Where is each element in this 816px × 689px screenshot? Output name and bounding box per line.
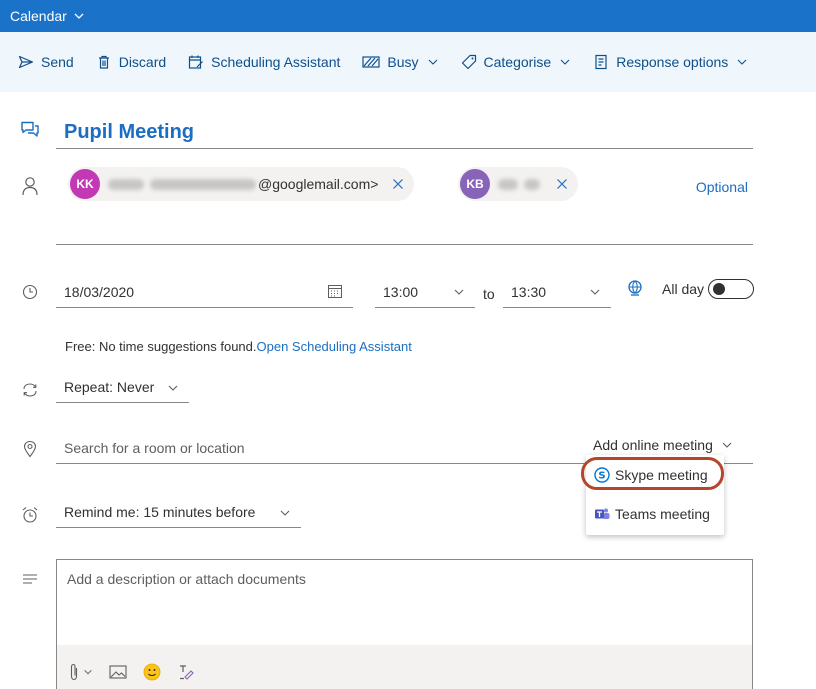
attendees-field[interactable]: KK @googlemail.com> KB Optional	[56, 163, 753, 245]
add-online-meeting-dropdown[interactable]: Add online meeting	[593, 437, 733, 453]
end-time-select[interactable]: 13:30	[503, 276, 611, 308]
time-range-separator: to	[483, 286, 495, 302]
repeat-value: Repeat: Never	[64, 378, 155, 395]
discard-label: Discard	[118, 54, 167, 70]
start-time-select[interactable]: 13:00	[375, 276, 475, 308]
clock-icon	[20, 282, 40, 302]
response-options-label: Response options	[616, 54, 729, 70]
repeat-dropdown[interactable]: Repeat: Never	[56, 371, 189, 403]
calendar-icon[interactable]	[327, 283, 343, 302]
end-time-value: 13:30	[511, 283, 547, 300]
send-icon	[18, 55, 34, 69]
skype-meeting-option[interactable]: S Skype meeting	[586, 458, 724, 492]
scheduling-label: Scheduling Assistant	[211, 54, 341, 70]
categorise-label: Categorise	[483, 54, 552, 70]
online-meeting-menu: S Skype meeting Teams meeting	[586, 455, 724, 535]
location-pin-icon	[20, 439, 40, 459]
teams-meeting-option[interactable]: Teams meeting	[586, 497, 724, 531]
start-date-value: 18/03/2020	[64, 283, 135, 300]
formatting-toolbar	[57, 645, 752, 689]
scheduling-assistant-button[interactable]: Scheduling Assistant	[188, 54, 340, 70]
attach-button[interactable]	[69, 663, 93, 681]
paperclip-icon	[70, 663, 78, 681]
avatar: KK	[70, 169, 100, 199]
all-day-label: All day	[662, 281, 705, 297]
redacted-name	[498, 178, 518, 190]
redacted-name	[150, 178, 256, 190]
toggle-knob	[713, 283, 726, 295]
busy-dropdown[interactable]: Busy	[362, 54, 438, 70]
chevron-down-icon[interactable]	[589, 285, 601, 301]
skype-meeting-label: Skype meeting	[615, 467, 708, 483]
trash-icon	[98, 55, 109, 69]
busy-status-icon	[362, 56, 380, 68]
redacted-name	[108, 178, 144, 190]
format-painter-button[interactable]	[177, 663, 195, 681]
chevron-down-icon[interactable]	[453, 285, 465, 301]
availability-message: Free: No time suggestions found.Open Sch…	[65, 339, 412, 354]
chevron-down-icon	[560, 59, 570, 65]
chevron-down-icon[interactable]	[73, 10, 85, 22]
person-icon	[20, 176, 40, 196]
redacted-name	[524, 178, 540, 190]
format-text-icon	[180, 665, 194, 680]
remove-attendee-close-icon[interactable]	[556, 178, 568, 190]
chevron-down-icon	[428, 59, 437, 65]
scheduling-icon	[189, 55, 204, 69]
optional-attendees-link[interactable]: Optional	[696, 179, 748, 195]
chevron-down-icon	[737, 59, 747, 65]
meeting-chat-icon	[20, 120, 40, 140]
response-options-icon	[595, 54, 607, 70]
open-scheduling-assistant-link[interactable]: Open Scheduling Assistant	[257, 339, 412, 354]
insert-emoji-button[interactable]	[143, 663, 161, 681]
free-status-text: Free: No time suggestions found.	[65, 339, 257, 354]
event-title-text: Pupil Meeting	[64, 121, 194, 143]
insert-image-button[interactable]	[109, 665, 127, 679]
description-editor[interactable]: Add a description or attach documents	[56, 559, 753, 689]
send-button[interactable]: Send	[18, 54, 74, 70]
reminder-value: Remind me: 15 minutes before	[64, 503, 256, 520]
image-icon	[109, 665, 127, 679]
categorise-dropdown[interactable]: Categorise	[461, 54, 572, 70]
skype-icon: S	[594, 467, 610, 483]
response-options-dropdown[interactable]: Response options	[593, 54, 748, 70]
send-label: Send	[41, 54, 74, 70]
remove-attendee-close-icon[interactable]	[392, 178, 404, 190]
teams-meeting-label: Teams meeting	[615, 506, 710, 522]
event-title-input[interactable]: Pupil Meeting	[56, 117, 753, 149]
emoji-icon	[143, 663, 161, 681]
attendee-chip[interactable]: KB	[458, 167, 578, 201]
repeat-icon	[20, 380, 40, 400]
description-placeholder: Add a description or attach documents	[67, 571, 306, 587]
calendar-title[interactable]: Calendar	[10, 8, 67, 24]
app-titlebar: Calendar	[0, 0, 816, 32]
chevron-down-icon	[722, 442, 732, 448]
start-date-input[interactable]: 18/03/2020	[56, 276, 353, 308]
command-toolbar: Send Discard Scheduling Assistant Busy C…	[0, 32, 816, 92]
description-lines-icon	[20, 569, 40, 589]
discard-button[interactable]: Discard	[96, 54, 166, 70]
online-meeting-label: Add online meeting	[593, 437, 713, 453]
location-placeholder: Search for a room or location	[64, 439, 245, 456]
svg-text:S: S	[598, 471, 605, 482]
start-time-value: 13:00	[383, 283, 419, 300]
all-day-toggle-group: All day	[662, 279, 755, 299]
attendee-email: @googlemail.com>	[258, 176, 379, 192]
tag-icon	[461, 54, 476, 70]
busy-label: Busy	[387, 54, 419, 70]
time-zone-globe-icon[interactable]	[626, 279, 644, 300]
chevron-down-icon	[167, 381, 179, 397]
attendee-chip[interactable]: KK @googlemail.com>	[68, 167, 415, 201]
chevron-down-icon	[279, 506, 291, 522]
all-day-toggle[interactable]	[708, 279, 755, 299]
reminder-dropdown[interactable]: Remind me: 15 minutes before	[56, 496, 301, 528]
alarm-clock-icon	[20, 505, 40, 525]
chevron-down-icon	[84, 669, 92, 675]
teams-icon	[595, 508, 610, 519]
avatar: KB	[460, 169, 490, 199]
